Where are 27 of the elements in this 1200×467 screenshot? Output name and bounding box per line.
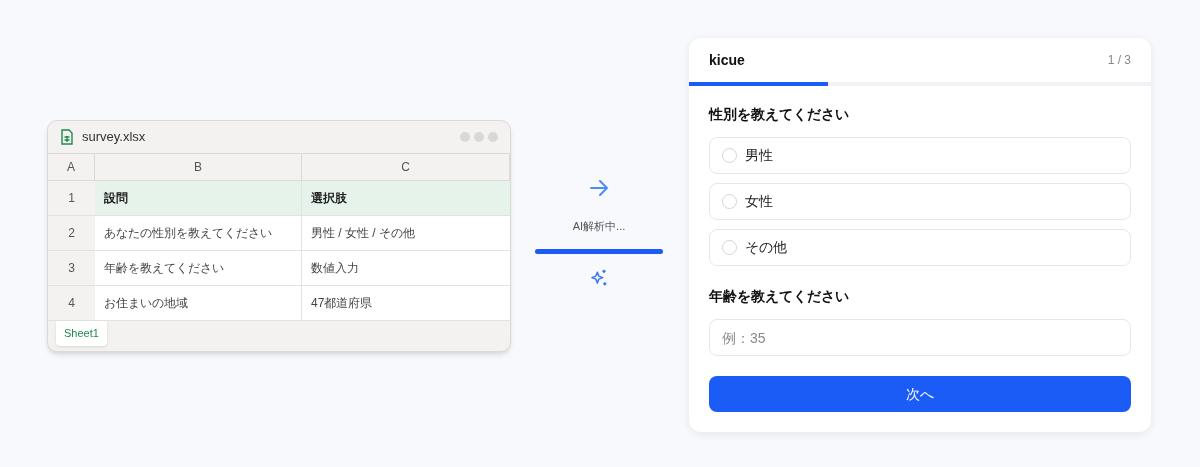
option-label: 女性 xyxy=(745,192,773,211)
table-cell: 選択肢 xyxy=(302,181,510,216)
table-cell: 数値入力 xyxy=(302,251,510,286)
option-label: 男性 xyxy=(745,146,773,165)
status-text: AI解析中... xyxy=(572,219,626,234)
table-cell: 設問 xyxy=(95,181,302,216)
file-name: survey.xlsx xyxy=(82,128,146,147)
table-cell: あなたの性別を教えてください xyxy=(95,216,302,251)
window-controls-icon xyxy=(460,132,498,142)
input-field[interactable]: 例：35 xyxy=(709,319,1131,356)
table-cell: 男性 / 女性 / その他 xyxy=(302,216,510,251)
question-title: 性別を教えてください xyxy=(709,105,850,124)
table-cell: 年齢を教えてください xyxy=(95,251,302,286)
sheet-tab[interactable]: Sheet1 xyxy=(56,321,107,346)
radio-option[interactable]: 男性 xyxy=(709,137,1131,174)
radio-option[interactable]: 女性 xyxy=(709,183,1131,220)
page-counter: 1 / 3 xyxy=(1107,52,1131,69)
column-header: A xyxy=(48,154,95,181)
table-cell: 47都道府県 xyxy=(302,286,510,321)
next-button[interactable]: 次へ xyxy=(709,376,1131,412)
radio-option[interactable]: その他 xyxy=(709,229,1131,266)
sparkle-icon xyxy=(589,267,609,288)
spreadsheet-file-icon xyxy=(60,129,74,145)
brand-name: kicue xyxy=(709,50,745,70)
question-title: 年齢を教えてください xyxy=(709,287,850,306)
option-label: その他 xyxy=(745,238,787,257)
table-cell: お住まいの地域 xyxy=(95,286,302,321)
